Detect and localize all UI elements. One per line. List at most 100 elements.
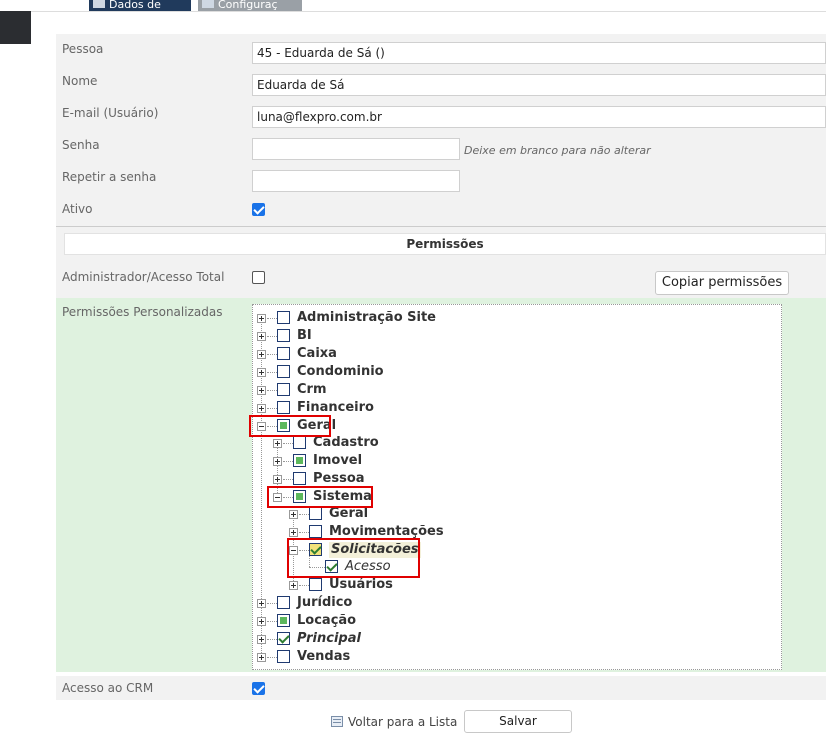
tab-icon: [93, 0, 105, 8]
expand-icon[interactable]: [273, 475, 282, 484]
node-label: Imovel: [313, 453, 363, 468]
save-button[interactable]: Salvar: [464, 710, 572, 733]
pessoa-label: Pessoa: [62, 42, 104, 56]
repetir-senha-field[interactable]: [252, 170, 460, 192]
back-to-list-link[interactable]: Voltar para a Lista: [348, 715, 457, 729]
node-label: Geral: [329, 506, 369, 521]
expand-icon[interactable]: [289, 510, 298, 519]
expand-icon[interactable]: [257, 635, 266, 644]
tab-dados[interactable]: Dados de: [89, 0, 191, 11]
node-label: Caixa: [297, 346, 337, 361]
collapse-icon[interactable]: [273, 493, 282, 502]
admin-checkbox[interactable]: [252, 271, 265, 284]
node-checkbox[interactable]: [277, 347, 290, 360]
node-checkbox[interactable]: [293, 436, 306, 449]
node-checkbox[interactable]: [277, 632, 290, 645]
node-checkbox[interactable]: [325, 560, 338, 573]
node-checkbox[interactable]: [277, 383, 290, 396]
node-label: Acesso: [345, 559, 391, 574]
node-label: Administração Site: [297, 310, 437, 325]
node-checkbox[interactable]: [293, 454, 306, 467]
expand-icon[interactable]: [257, 350, 266, 359]
row-email: E-mail (Usuário) luna@flexpro.com.br: [56, 98, 826, 130]
row-repetir-senha: Repetir a senha: [56, 162, 826, 194]
crm-label: Acesso ao CRM: [62, 681, 154, 695]
tab-configuracoes[interactable]: Configuraç: [198, 0, 302, 11]
node-label: Movimentações: [329, 524, 444, 539]
senha-field[interactable]: [252, 138, 460, 160]
expand-icon[interactable]: [257, 653, 266, 662]
top-bar: Dados de Configuraç: [31, 0, 826, 12]
node-checkbox[interactable]: [309, 578, 322, 591]
ativo-label: Ativo: [62, 202, 93, 216]
node-checkbox[interactable]: [293, 472, 306, 485]
node-checkbox[interactable]: [277, 614, 290, 627]
repetir-senha-label: Repetir a senha: [62, 170, 157, 184]
node-checkbox[interactable]: [277, 596, 290, 609]
node-checkbox[interactable]: [293, 490, 306, 503]
node-label: Principal: [297, 631, 361, 646]
node-checkbox[interactable]: [277, 365, 290, 378]
expand-icon[interactable]: [289, 581, 298, 590]
tab-config-label: Configuraç: [218, 0, 278, 11]
node-checkbox[interactable]: [309, 525, 322, 538]
node-checkbox[interactable]: [309, 543, 322, 556]
expand-icon[interactable]: [257, 368, 266, 377]
expand-icon[interactable]: [257, 599, 266, 608]
admin-label: Administrador/Acesso Total: [62, 270, 225, 284]
row-senha: Senha Deixe em branco para não alterar: [56, 130, 826, 162]
tree-guide: [277, 441, 278, 497]
permissions-tree: Administração Site BI Caixa Condominio C…: [249, 304, 782, 670]
node-checkbox[interactable]: [277, 650, 290, 663]
node-label: Financeiro: [297, 400, 374, 415]
expand-icon[interactable]: [257, 314, 266, 323]
node-checkbox[interactable]: [277, 329, 290, 342]
copy-permissions-button[interactable]: Copiar permissões: [655, 271, 789, 295]
senha-hint: Deixe em branco para não alterar: [464, 144, 651, 157]
email-label: E-mail (Usuário): [62, 106, 159, 120]
email-field[interactable]: luna@flexpro.com.br: [252, 106, 826, 128]
ativo-checkbox[interactable]: [252, 203, 265, 216]
expand-icon[interactable]: [273, 439, 282, 448]
node-label: Solicitacões: [329, 542, 421, 558]
nome-field[interactable]: Eduarda de Sá: [252, 74, 826, 96]
sidebar-dark-block: [0, 11, 31, 44]
tab-dados-label: Dados de: [109, 0, 161, 11]
custom-permissions-label: Permissões Personalizadas: [62, 305, 223, 319]
node-label: Crm: [297, 382, 327, 397]
node-checkbox[interactable]: [277, 311, 290, 324]
expand-icon[interactable]: [257, 332, 266, 341]
node-label: BI: [297, 328, 312, 343]
node-label: Geral: [297, 418, 337, 433]
row-pessoa: Pessoa 45 - Eduarda de Sá (): [56, 34, 826, 66]
node-label: Cadastro: [313, 435, 379, 450]
node-label: Vendas: [297, 649, 351, 664]
node-label: Usuários: [329, 577, 393, 592]
node-label: Jurídico: [297, 595, 353, 610]
node-checkbox[interactable]: [309, 507, 322, 520]
left-sidebar-strip: [0, 0, 31, 741]
node-checkbox[interactable]: [277, 419, 290, 432]
pessoa-field[interactable]: 45 - Eduarda de Sá (): [252, 42, 826, 64]
row-crm: Acesso ao CRM: [56, 676, 826, 700]
permissions-header: Permissões: [64, 233, 826, 255]
crm-checkbox[interactable]: [252, 682, 265, 695]
node-label: Condominio: [297, 364, 384, 379]
expand-icon[interactable]: [289, 528, 298, 537]
collapse-icon[interactable]: [289, 546, 298, 555]
expand-icon[interactable]: [257, 404, 266, 413]
row-nome: Nome Eduarda de Sá: [56, 66, 826, 98]
node-label: Sistema: [313, 489, 372, 504]
list-icon[interactable]: [331, 716, 343, 727]
node-label: Locação: [297, 613, 357, 628]
node-checkbox[interactable]: [277, 401, 290, 414]
row-ativo: Ativo: [56, 194, 826, 226]
expand-icon[interactable]: [273, 457, 282, 466]
tab-icon: [202, 0, 214, 8]
node-label: Pessoa: [313, 471, 365, 486]
expand-icon[interactable]: [257, 386, 266, 395]
expand-icon[interactable]: [257, 617, 266, 626]
collapse-icon[interactable]: [257, 422, 266, 431]
nome-label: Nome: [62, 74, 98, 88]
row-admin: Administrador/Acesso Total Copiar permis…: [56, 261, 826, 298]
